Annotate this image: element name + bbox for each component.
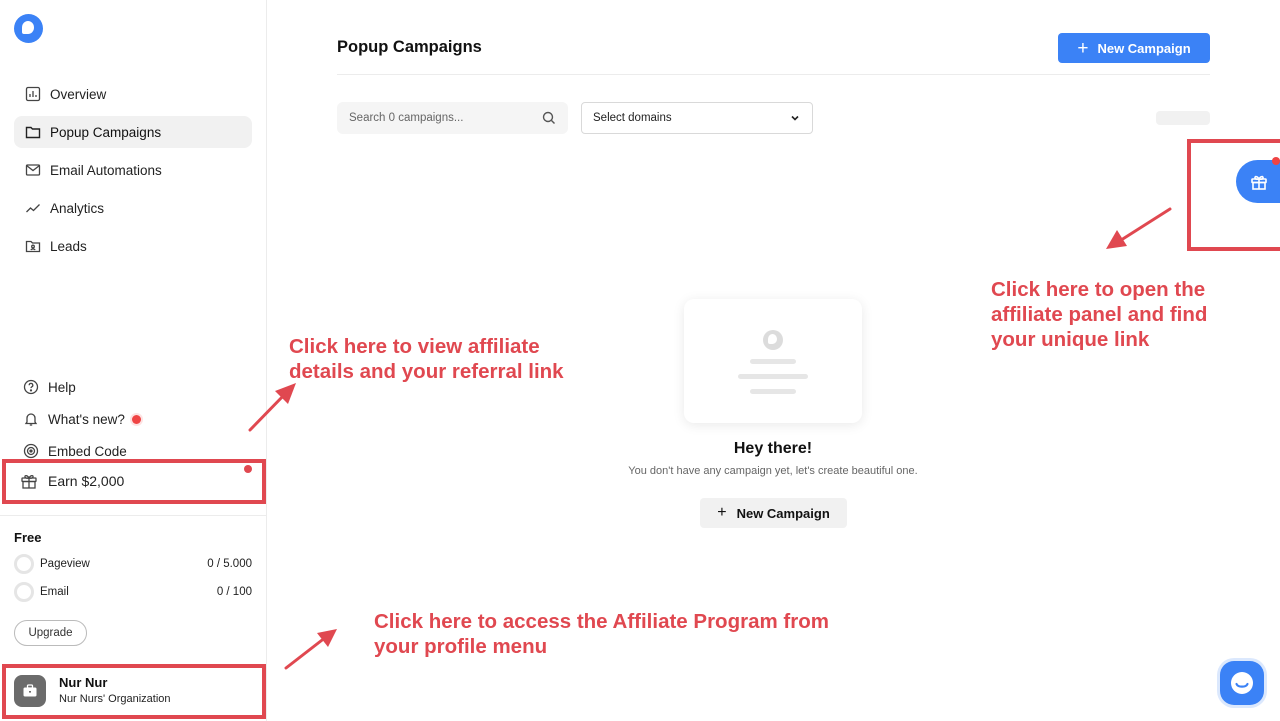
- briefcase-icon: [23, 684, 37, 697]
- upgrade-button[interactable]: Upgrade: [14, 620, 87, 646]
- sidebar-item-label: Email Automations: [50, 162, 162, 178]
- arrow-to-profile: [284, 635, 328, 670]
- plan-name: Free: [14, 530, 42, 545]
- trend-icon: [25, 200, 41, 216]
- earn-notification-dot: [244, 465, 252, 473]
- gift-icon: [20, 472, 38, 490]
- empty-new-campaign-label: New Campaign: [736, 505, 830, 521]
- sidebar-item-label: Popup Campaigns: [50, 124, 162, 140]
- avatar[interactable]: [14, 675, 46, 707]
- sidebar-item-label: What's new?: [48, 411, 125, 427]
- empty-state-title: Hey there!: [733, 440, 813, 457]
- sidebar: Overview Popup Campaigns Email Automatio…: [0, 0, 267, 721]
- sidebar-item-leads[interactable]: Leads: [14, 230, 252, 262]
- arrow-to-widget: [1116, 207, 1172, 244]
- sidebar-item-popup-campaigns[interactable]: Popup Campaigns: [14, 116, 252, 148]
- search-box: [337, 102, 568, 134]
- sidebar-item-whats-new[interactable]: What's new?: [14, 403, 252, 435]
- search-input[interactable]: [349, 112, 542, 124]
- sidebar-item-help[interactable]: Help: [14, 371, 252, 403]
- sidebar-item-label: Overview: [50, 86, 107, 102]
- domain-select[interactable]: Select domains: [581, 102, 813, 134]
- placeholder-logo-icon: [763, 330, 783, 350]
- app-logo[interactable]: [14, 14, 43, 43]
- pageview-usage: Pageview 0 / 5.000: [14, 554, 252, 574]
- sidebar-item-email-automations[interactable]: Email Automations: [14, 154, 252, 186]
- profile-name[interactable]: Nur Nur: [59, 675, 107, 690]
- sidebar-item-label: Leads: [50, 238, 87, 254]
- chat-smile-icon: [1231, 672, 1253, 694]
- progress-ring: [14, 554, 34, 574]
- earn-label: Earn $2,000: [48, 473, 125, 489]
- empty-new-campaign-button[interactable]: + New Campaign: [700, 498, 847, 528]
- arrowhead: [317, 629, 337, 647]
- email-usage: Email 0 / 100: [14, 582, 252, 602]
- sidebar-divider: [0, 515, 266, 516]
- plus-icon: +: [1077, 37, 1089, 59]
- annotation-widget: Click here to open the affiliate panel a…: [991, 278, 1208, 351]
- new-campaign-button[interactable]: + New Campaign: [1058, 33, 1210, 63]
- placeholder-line: [750, 389, 796, 394]
- usage-value: 0 / 100: [216, 586, 252, 598]
- usage-label: Email: [40, 586, 69, 598]
- placeholder-line: [750, 359, 796, 364]
- new-campaign-label: New Campaign: [1097, 40, 1191, 56]
- notification-dot: [131, 414, 141, 424]
- bell-icon: [22, 411, 39, 428]
- header-divider: [337, 74, 1210, 75]
- empty-state-subtitle: You don't have any campaign yet, let's c…: [628, 465, 918, 477]
- plus-icon: +: [717, 504, 727, 521]
- empty-state-illustration: [684, 299, 862, 423]
- annotation-earn: Click here to view affiliate details and…: [289, 335, 564, 383]
- chevron-down-icon: [789, 112, 801, 124]
- arrowhead: [1106, 230, 1127, 249]
- usage-label: Pageview: [40, 558, 90, 570]
- sidebar-bottom-nav: Help What's new? Embed Code: [14, 371, 252, 467]
- affiliate-widget-button[interactable]: [1236, 160, 1280, 203]
- loading-placeholder: [1156, 111, 1210, 125]
- sidebar-item-earn[interactable]: Earn $2,000: [20, 472, 124, 490]
- leads-folder-icon: [25, 238, 41, 254]
- sidebar-item-label: Analytics: [50, 200, 105, 216]
- embed-icon: [22, 443, 39, 460]
- profile-org: Nur Nurs' Organization: [59, 693, 171, 705]
- sidebar-item-label: Help: [48, 379, 76, 395]
- sidebar-item-label: Embed Code: [48, 443, 127, 459]
- sidebar-item-overview[interactable]: Overview: [14, 78, 252, 110]
- help-icon: [22, 379, 39, 396]
- search-icon[interactable]: [542, 111, 556, 125]
- usage-value: 0 / 5.000: [207, 558, 252, 570]
- progress-ring: [14, 582, 34, 602]
- overview-icon: [25, 86, 41, 102]
- folder-icon: [25, 124, 41, 140]
- page-title: Popup Campaigns: [337, 38, 482, 56]
- sidebar-item-analytics[interactable]: Analytics: [14, 192, 252, 224]
- annotation-profile: Click here to access the Affiliate Progr…: [374, 610, 829, 658]
- sidebar-nav: Overview Popup Campaigns Email Automatio…: [14, 78, 252, 268]
- mail-icon: [25, 162, 41, 178]
- domain-select-value: Select domains: [593, 112, 672, 124]
- gift-icon: [1251, 175, 1267, 190]
- chat-support-button[interactable]: [1220, 661, 1264, 705]
- arrowhead: [275, 383, 296, 404]
- placeholder-line: [738, 374, 808, 379]
- widget-notification-dot: [1272, 157, 1280, 165]
